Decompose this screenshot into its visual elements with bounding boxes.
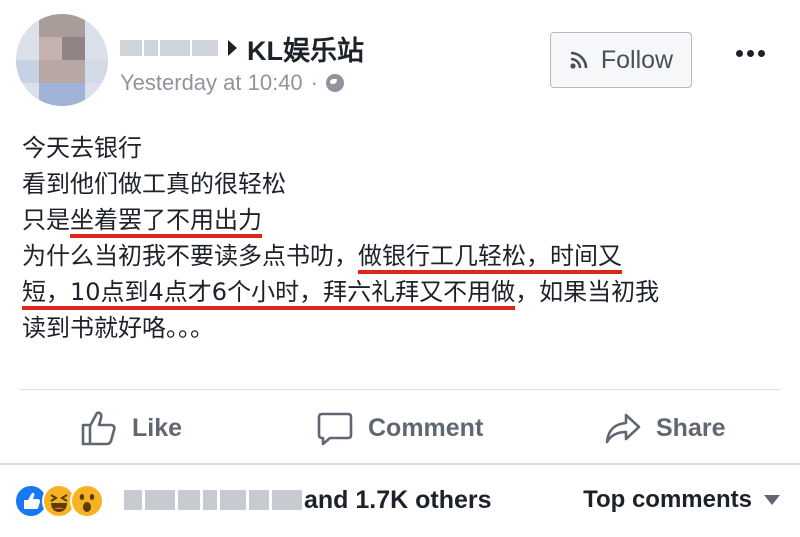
avatar[interactable]: [16, 14, 108, 106]
post-line: 今天去银行: [22, 134, 142, 162]
caret-down-icon: [764, 495, 780, 505]
reaction-icons[interactable]: [14, 484, 104, 518]
post-line: 为什么当初我不要读多点书叻，做银行工几轻松，时间又: [22, 238, 792, 274]
comment-label: Comment: [368, 413, 484, 442]
reactions-summary: and 1.7K others Top comments: [14, 480, 794, 526]
like-label: Like: [132, 413, 183, 442]
blurred-reactor-names[interactable]: [124, 490, 302, 510]
globe-icon[interactable]: [326, 74, 344, 92]
comment-button[interactable]: Comment: [316, 400, 483, 456]
meta-separator: ·: [310, 70, 318, 95]
share-label: Share: [656, 413, 726, 442]
post-meta: Yesterday at 10:40 ·: [120, 70, 364, 96]
underlined-text: 做银行工几轻松，时间又: [358, 242, 622, 270]
post-line: 读到书就好咯。。。: [22, 314, 214, 342]
comment-bubble-icon: [317, 412, 353, 446]
facebook-post: KL娱乐站 Yesterday at 10:40 · Follow 今天去银行 …: [0, 0, 800, 537]
rss-icon: [570, 51, 588, 69]
wow-reaction-icon: [70, 484, 104, 518]
post-timestamp[interactable]: Yesterday at 10:40: [120, 70, 303, 96]
underlined-text: 坐着罢了不用出力: [70, 206, 262, 234]
post-text: 今天去银行 看到他们做工真的很轻松 只是坐着罢了不用出力 为什么当初我不要读多点…: [22, 130, 792, 346]
post-text-segment: 只是: [22, 206, 70, 234]
follow-label: Follow: [600, 45, 674, 74]
like-button[interactable]: Like: [80, 400, 182, 456]
divider: [20, 389, 780, 390]
page-name[interactable]: KL娱乐站: [247, 29, 364, 68]
post-line: 看到他们做工真的很轻松: [22, 170, 286, 198]
post-line: 只是坐着罢了不用出力: [22, 202, 792, 238]
top-comments-dropdown[interactable]: Top comments: [583, 486, 780, 514]
share-button[interactable]: Share: [604, 400, 725, 456]
blurred-author-name[interactable]: [120, 40, 218, 56]
divider: [0, 463, 800, 465]
action-bar: Like Comment Share: [0, 400, 800, 456]
post-header: KL娱乐站 Yesterday at 10:40 ·: [120, 30, 364, 96]
post-text-segment: 为什么当初我不要读多点书叻，: [22, 242, 358, 270]
more-dots-icon[interactable]: [736, 50, 765, 57]
top-comments-label: Top comments: [583, 486, 752, 513]
follow-button[interactable]: Follow: [550, 32, 692, 88]
underlined-text: 短，10点到4点才6个小时，拜六礼拜又不用做: [22, 278, 516, 306]
share-arrow-icon: [605, 413, 641, 444]
arrow-right-icon: [228, 40, 237, 56]
author-row: KL娱乐站: [120, 30, 364, 66]
reaction-count[interactable]: and 1.7K others: [304, 486, 492, 515]
thumbs-up-icon: [81, 411, 116, 446]
post-text-segment: ，如果当初我: [515, 278, 660, 306]
post-line: 短，10点到4点才6个小时，拜六礼拜又不用做，如果当初我: [22, 274, 792, 310]
